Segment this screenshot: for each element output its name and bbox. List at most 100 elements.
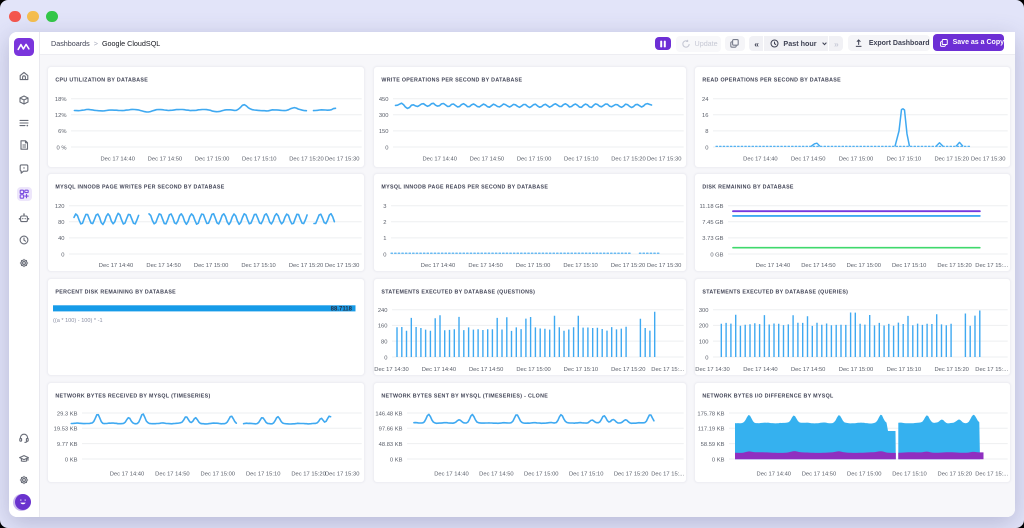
svg-text:MYSQL INNODB PAGE READS PER SE: MYSQL INNODB PAGE READS PER SECOND BY DA…: [381, 184, 548, 190]
svg-text:Dec 17 14:40: Dec 17 14:40: [110, 472, 144, 478]
svg-text:0 %: 0 %: [57, 145, 67, 151]
svg-text:Dec 17 15:10: Dec 17 15:10: [564, 367, 598, 373]
svg-text:Dec 17 15:...: Dec 17 15:...: [651, 472, 684, 478]
svg-text:Dec 17 15:30: Dec 17 15:30: [325, 263, 359, 269]
svg-text:11.18 GB: 11.18 GB: [700, 204, 724, 210]
svg-text:29.3 KB: 29.3 KB: [57, 412, 78, 418]
svg-text:Dec 17 15:20: Dec 17 15:20: [611, 157, 645, 163]
svg-text:0: 0: [705, 145, 708, 151]
svg-text:Dec 17 14:50: Dec 17 14:50: [479, 472, 513, 478]
svg-text:80: 80: [381, 340, 387, 346]
svg-text:97.66 KB: 97.66 KB: [379, 427, 403, 433]
svg-text:120: 120: [55, 204, 65, 210]
svg-text:Dec 17 15:00: Dec 17 15:00: [839, 157, 873, 163]
svg-text:Dec 17 15:...: Dec 17 15:...: [651, 367, 684, 373]
svg-text:Dec 17 14:40: Dec 17 14:40: [421, 263, 455, 269]
svg-text:PERCENT DISK REMAINING BY DATA: PERCENT DISK REMAINING BY DATABASE: [55, 289, 176, 295]
svg-text:Dec 17 14:40: Dec 17 14:40: [743, 367, 777, 373]
svg-text:Dec 17 15:...: Dec 17 15:...: [975, 263, 1008, 269]
svg-text:Dec 17 15:00: Dec 17 15:00: [194, 263, 228, 269]
svg-text:450: 450: [379, 97, 389, 103]
svg-text:Dec 17 15:10: Dec 17 15:10: [892, 472, 926, 478]
svg-text:80: 80: [58, 220, 64, 226]
svg-text:Dec 17 14:30: Dec 17 14:30: [695, 367, 729, 373]
svg-text:READ OPERATIONS PER SECOND BY: READ OPERATIONS PER SECOND BY DATABASE: [702, 77, 841, 83]
svg-text:Dec 17 15:00: Dec 17 15:00: [201, 472, 235, 478]
svg-text:Dec 17 15:10: Dec 17 15:10: [569, 472, 603, 478]
svg-text:300: 300: [699, 308, 709, 314]
svg-text:NETWORK BYTES RECEIVED BY MYSQ: NETWORK BYTES RECEIVED BY MYSQL (TIMESER…: [55, 394, 210, 400]
svg-text:12%: 12%: [55, 113, 67, 119]
svg-text:Dec 17 14:50: Dec 17 14:50: [148, 157, 182, 163]
svg-text:Dec 17 14:50: Dec 17 14:50: [469, 367, 503, 373]
svg-text:88.7118: 88.7118: [331, 307, 353, 313]
svg-text:0: 0: [705, 355, 708, 361]
svg-text:7.45 GB: 7.45 GB: [702, 220, 723, 226]
svg-text:48.83 KB: 48.83 KB: [379, 442, 403, 448]
svg-text:Dec 17 15:30: Dec 17 15:30: [971, 157, 1005, 163]
svg-text:8: 8: [705, 129, 708, 135]
svg-text:Dec 17 15:20: Dec 17 15:20: [934, 157, 968, 163]
svg-text:Dec 17 15:20: Dec 17 15:20: [611, 263, 645, 269]
svg-text:Dec 17 14:50: Dec 17 14:50: [791, 367, 825, 373]
svg-text:3.73 GB: 3.73 GB: [702, 236, 723, 242]
svg-text:Dec 17 15:20: Dec 17 15:20: [937, 263, 971, 269]
svg-text:240: 240: [378, 308, 388, 314]
svg-text:Dec 17 15:20: Dec 17 15:20: [291, 472, 325, 478]
svg-text:117.19 KB: 117.19 KB: [698, 427, 725, 433]
svg-text:Dec 17 15:00: Dec 17 15:00: [847, 472, 881, 478]
svg-text:0: 0: [384, 355, 387, 361]
svg-text:Dec 17 15:20: Dec 17 15:20: [614, 472, 648, 478]
svg-text:MYSQL INNODB PAGE WRITES PER S: MYSQL INNODB PAGE WRITES PER SECOND BY D…: [55, 184, 224, 190]
svg-text:16: 16: [702, 113, 708, 119]
svg-text:Dec 17 14:30: Dec 17 14:30: [374, 367, 408, 373]
svg-text:Dec 17 15:30: Dec 17 15:30: [325, 157, 359, 163]
svg-text:WRITE OPERATIONS PER SECOND BY: WRITE OPERATIONS PER SECOND BY DATABASE: [381, 77, 522, 83]
svg-text:Dec 17 14:50: Dec 17 14:50: [801, 263, 835, 269]
svg-text:Dec 17 15:00: Dec 17 15:00: [839, 367, 873, 373]
svg-text:Dec 17 15:20: Dec 17 15:20: [611, 367, 645, 373]
svg-text:Dec 17 14:40: Dec 17 14:40: [757, 472, 791, 478]
svg-text:Dec 17 14:50: Dec 17 14:50: [468, 263, 502, 269]
svg-text:Dec 17 14:50: Dec 17 14:50: [470, 157, 504, 163]
svg-text:Dec 17 15:10: Dec 17 15:10: [241, 263, 275, 269]
svg-text:Dec 17 15:10: Dec 17 15:10: [887, 157, 921, 163]
svg-text:Dec 17 14:40: Dec 17 14:40: [100, 157, 134, 163]
svg-text:Dec 17 15:10: Dec 17 15:10: [242, 157, 276, 163]
svg-text:NETWORK BYTES I/O DIFFERENCE B: NETWORK BYTES I/O DIFFERENCE BY MYSQL: [702, 394, 834, 400]
svg-text:Dec 17 15:10: Dec 17 15:10: [246, 472, 280, 478]
svg-text:Dec 17 15:...: Dec 17 15:...: [975, 472, 1008, 478]
svg-text:NETWORK BYTES SENT BY MYSQL (T: NETWORK BYTES SENT BY MYSQL (TIMESERIES)…: [381, 394, 548, 400]
svg-text:2: 2: [383, 220, 386, 226]
svg-text:0 KB: 0 KB: [390, 458, 403, 464]
svg-text:Dec 17 15:30: Dec 17 15:30: [325, 472, 359, 478]
svg-text:9.77 KB: 9.77 KB: [57, 442, 78, 448]
svg-text:Dec 17 15:20: Dec 17 15:20: [934, 367, 968, 373]
svg-text:Dec 17 15:00: Dec 17 15:00: [195, 157, 229, 163]
svg-text:DISK REMAINING BY DATABASE: DISK REMAINING BY DATABASE: [702, 184, 794, 190]
svg-text:300: 300: [379, 113, 389, 119]
svg-text:Dec 17 15:...: Dec 17 15:...: [975, 367, 1008, 373]
svg-text:0: 0: [383, 252, 386, 258]
svg-text:Dec 17 15:30: Dec 17 15:30: [647, 263, 681, 269]
svg-text:160: 160: [378, 324, 388, 330]
svg-text:CPU UTILIZATION BY DATABASE: CPU UTILIZATION BY DATABASE: [55, 77, 148, 83]
svg-text:24: 24: [702, 97, 709, 103]
svg-text:Dec 17 15:20: Dec 17 15:20: [938, 472, 972, 478]
svg-text:0: 0: [385, 145, 388, 151]
svg-text:Dec 17 14:40: Dec 17 14:40: [743, 157, 777, 163]
svg-text:Dec 17 15:10: Dec 17 15:10: [892, 263, 926, 269]
svg-text:Dec 17 14:50: Dec 17 14:50: [146, 263, 180, 269]
svg-text:175.78 KB: 175.78 KB: [697, 412, 724, 418]
svg-text:19.53 KB: 19.53 KB: [54, 427, 78, 433]
svg-text:Dec 17 15:00: Dec 17 15:00: [516, 263, 550, 269]
svg-text:STATEMENTS EXECUTED BY DATABAS: STATEMENTS EXECUTED BY DATABASE (QUERIES…: [702, 289, 848, 295]
svg-text:Dec 17 14:40: Dec 17 14:40: [422, 367, 456, 373]
svg-text:Dec 17 15:20: Dec 17 15:20: [289, 263, 323, 269]
svg-text:3: 3: [383, 204, 386, 210]
svg-text:STATEMENTS EXECUTED BY DATABAS: STATEMENTS EXECUTED BY DATABASE (QUESTIO…: [381, 289, 535, 295]
svg-text:Dec 17 15:30: Dec 17 15:30: [647, 157, 681, 163]
svg-text:Dec 17 15:00: Dec 17 15:00: [517, 157, 551, 163]
svg-text:((a * 100) - 100) * -1: ((a * 100) - 100) * -1: [53, 318, 103, 324]
svg-text:58.59 KB: 58.59 KB: [701, 442, 725, 448]
